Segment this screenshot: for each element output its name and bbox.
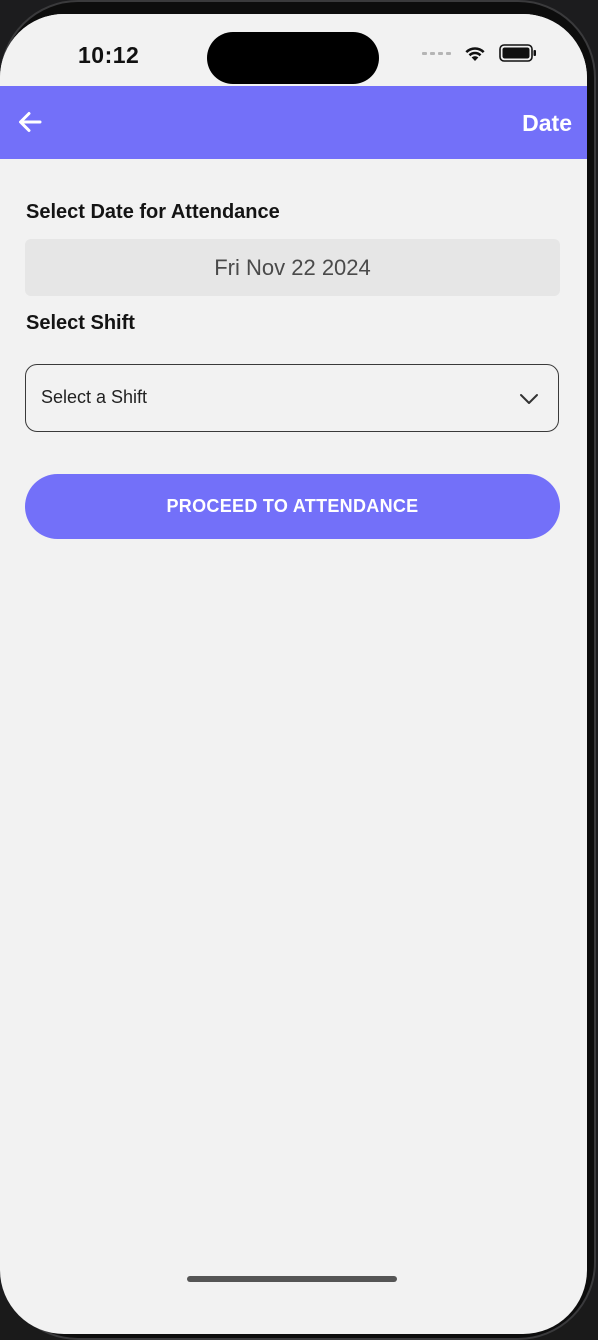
- arrow-left-icon: [19, 112, 42, 132]
- date-value: Fri Nov 22 2024: [214, 254, 371, 280]
- device-frame: 10:12 Date Select Date for Attendance Fr…: [0, 0, 598, 1340]
- status-icons: [422, 44, 537, 62]
- battery-icon: [499, 44, 536, 62]
- shift-label: Select Shift: [26, 312, 135, 334]
- date-label: Select Date for Attendance: [26, 201, 280, 223]
- date-picker-field[interactable]: Fri Nov 22 2024: [25, 239, 560, 296]
- app-header: Date: [0, 86, 587, 159]
- status-time: 10:12: [78, 42, 140, 68]
- dynamic-island: [207, 32, 379, 84]
- header-title: Date: [522, 110, 572, 136]
- proceed-to-attendance-button[interactable]: PROCEED TO ATTENDANCE: [25, 474, 560, 539]
- cellular-dots-icon: [422, 51, 451, 55]
- shift-dropdown-value: Select a Shift: [41, 387, 148, 407]
- status-bar: 10:12: [0, 14, 587, 86]
- home-indicator[interactable]: [187, 1276, 397, 1282]
- back-button[interactable]: [8, 100, 52, 144]
- shift-dropdown[interactable]: Select a Shift: [25, 364, 559, 432]
- proceed-button-label: PROCEED TO ATTENDANCE: [166, 496, 419, 516]
- wifi-icon: [465, 47, 485, 61]
- app-screen: 10:12 Date Select Date for Attendance Fr…: [0, 14, 587, 1334]
- chevron-down-icon: [520, 394, 538, 404]
